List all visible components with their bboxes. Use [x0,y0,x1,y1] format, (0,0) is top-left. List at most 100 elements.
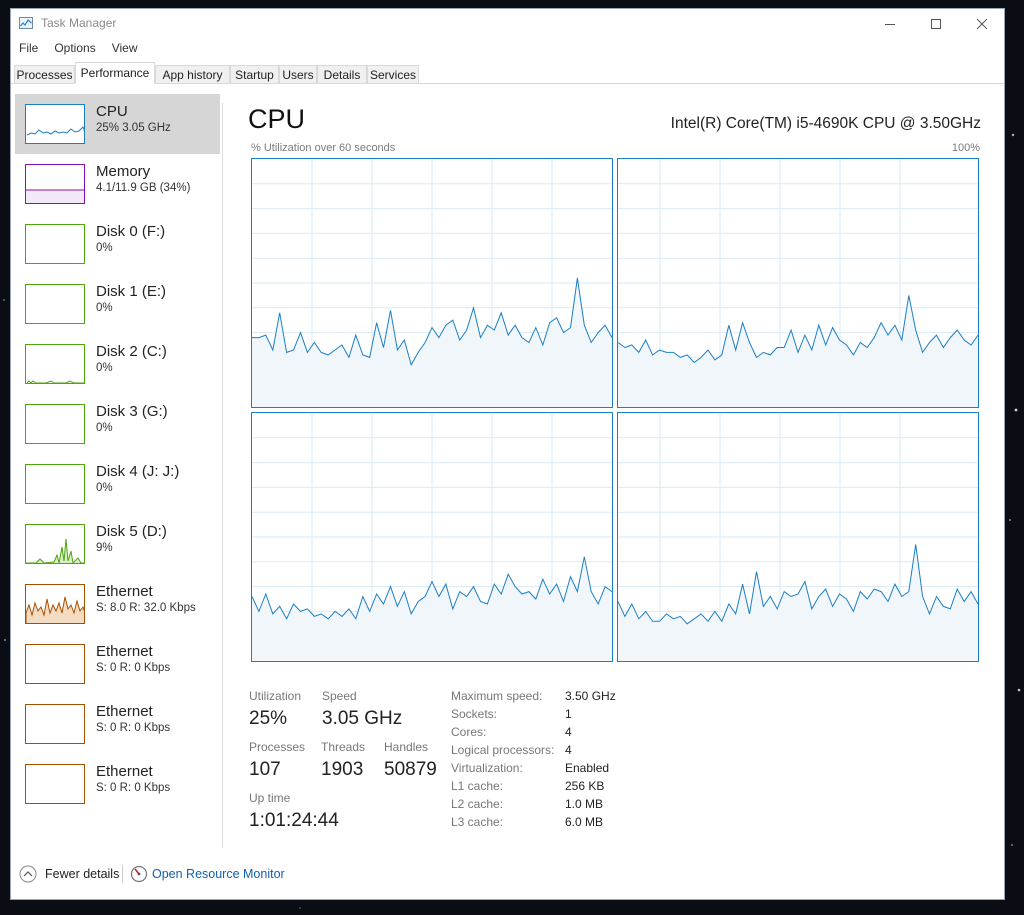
sidebar-item-title: Disk 0 (F:) [96,223,166,240]
info-value: 6.0 MB [565,815,604,829]
info-label: L1 cache: [451,779,504,793]
resource-monitor-icon[interactable] [130,865,148,883]
info-label: Cores: [451,725,487,739]
maximize-button[interactable] [913,9,959,39]
sidebar-item-title: Ethernet [96,703,153,720]
sidebar-item-6[interactable]: Disk 4 (J: J:) 0% [15,454,220,514]
tab-app-history[interactable]: App history [155,65,230,83]
sidebar-thumbnail-graph [25,224,85,264]
chevron-up-circle-icon[interactable] [19,865,37,883]
sidebar-item-subtitle: S: 0 R: 0 Kbps [96,662,171,674]
close-icon [976,18,988,30]
tab-processes[interactable]: Processes [14,65,75,83]
minimize-button[interactable] [867,9,913,39]
sidebar-thumbnail-graph [25,584,85,624]
tab-users[interactable]: Users [279,65,317,83]
sidebar-item-4[interactable]: Disk 2 (C:) 0% [15,334,220,394]
sidebar-item-9[interactable]: Ethernet S: 0 R: 0 Kbps [15,634,220,694]
sidebar-thumbnail-graph [25,164,85,204]
threads-label: Threads [321,740,366,754]
sidebar-item-subtitle: 25% 3.05 GHz [96,122,171,134]
menu-view[interactable]: View [104,40,146,58]
sidebar-item-title: Memory [96,163,151,180]
sidebar-item-7[interactable]: Disk 5 (D:) 9% [15,514,220,574]
close-button[interactable] [959,9,1005,39]
speed-value: 3.05 GHz [322,708,403,729]
sidebar-item-1[interactable]: Memory 4.1/11.9 GB (34%) [15,154,220,214]
sidebar-item-subtitle: 0% [96,302,113,314]
sidebar-item-title: Disk 3 (G:) [96,403,168,420]
cpu-core-graph-1 [617,158,979,408]
cpu-model-name: Intel(R) Core(TM) i5-4690K CPU @ 3.50GHz [670,115,981,132]
sidebar-item-10[interactable]: Ethernet S: 0 R: 0 Kbps [15,694,220,754]
sidebar-item-subtitle: S: 8.0 R: 32.0 Kbps [96,602,196,614]
info-label: Maximum speed: [451,689,543,703]
tab-startup[interactable]: Startup [230,65,279,83]
sidebar-thumbnail-graph [25,464,85,504]
info-label: Logical processors: [451,743,555,757]
sidebar-thumbnail-graph [25,344,85,384]
sidebar-item-subtitle: S: 0 R: 0 Kbps [96,782,171,794]
tab-performance[interactable]: Performance [75,62,155,84]
menu-file[interactable]: File [11,40,46,58]
maximize-icon [931,19,941,29]
sidebar-item-title: Disk 5 (D:) [96,523,167,540]
sidebar-thumbnail-graph [25,644,85,684]
sidebar-thumbnail-graph [25,764,85,804]
cpu-core-graph-3 [617,412,979,662]
handles-label: Handles [384,740,429,754]
task-manager-window: Task Manager File Options View Processes… [10,8,1005,900]
utilization-label: Utilization [249,689,302,703]
processes-value: 107 [249,759,281,780]
sidebar-thumbnail-graph [25,284,85,324]
cpu-core-graph-0 [251,158,613,408]
fewer-details-button[interactable]: Fewer details [45,867,119,881]
handles-value: 50879 [384,759,437,780]
info-value: 4 [565,725,572,739]
tab-details[interactable]: Details [317,65,367,83]
footer-bar: Fewer details Open Resource Monitor [11,849,1004,899]
menu-bar: File Options View [11,40,146,58]
sidebar-item-5[interactable]: Disk 3 (G:) 0% [15,394,220,454]
info-value: 256 KB [565,779,605,793]
tab-services[interactable]: Services [367,65,419,83]
info-label: Sockets: [451,707,498,721]
menu-options[interactable]: Options [46,40,103,58]
sidebar-item-11[interactable]: Ethernet S: 0 R: 0 Kbps [15,754,220,814]
sidebar-item-subtitle: 4.1/11.9 GB (34%) [96,182,191,194]
info-value: 3.50 GHz [565,689,616,703]
sidebar-item-title: Disk 4 (J: J:) [96,463,180,480]
sidebar-item-subtitle: 0% [96,422,113,434]
info-value: 1 [565,707,572,721]
info-label: Virtualization: [451,761,523,775]
resource-sidebar: CPU 25% 3.05 GHz Memory 4.1/11.9 GB (34%) Di… [15,94,220,814]
sidebar-item-subtitle: 0% [96,482,113,494]
sidebar-item-subtitle: 9% [96,542,113,554]
footer-separator [122,865,123,883]
sidebar-item-8[interactable]: Ethernet S: 8.0 R: 32.0 Kbps [15,574,220,634]
sidebar-item-title: Ethernet [96,643,153,660]
info-value: Enabled [565,761,610,775]
open-resource-monitor-link[interactable]: Open Resource Monitor [152,867,285,881]
sidebar-item-subtitle: S: 0 R: 0 Kbps [96,722,171,734]
sidebar-item-title: Disk 1 (E:) [96,283,167,300]
uptime-value: 1:01:24:44 [249,810,339,831]
minimize-icon [885,24,895,25]
sidebar-item-3[interactable]: Disk 1 (E:) 0% [15,274,220,334]
tab-strip: Processes Performance App history Startu… [11,62,1004,84]
cpu-detail-panel: CPU Intel(R) Core(TM) i5-4690K CPU @ 3.5… [223,84,1005,844]
sidebar-item-title: CPU [96,103,128,120]
info-label: L2 cache: [451,797,504,811]
sidebar-thumbnail-graph [25,704,85,744]
sidebar-item-title: Ethernet [96,763,153,780]
task-manager-icon [19,17,33,29]
graph-max-label: 100% [951,142,980,154]
sidebar-item-0[interactable]: CPU 25% 3.05 GHz [15,94,220,154]
info-value: 4 [565,743,572,757]
sidebar-item-2[interactable]: Disk 0 (F:) 0% [15,214,220,274]
threads-value: 1903 [321,759,364,780]
sidebar-item-subtitle: 0% [96,362,113,374]
sidebar-item-subtitle: 0% [96,242,113,254]
sidebar-item-title: Disk 2 (C:) [96,343,167,360]
graph-caption: % Utilization over 60 seconds [251,142,396,154]
